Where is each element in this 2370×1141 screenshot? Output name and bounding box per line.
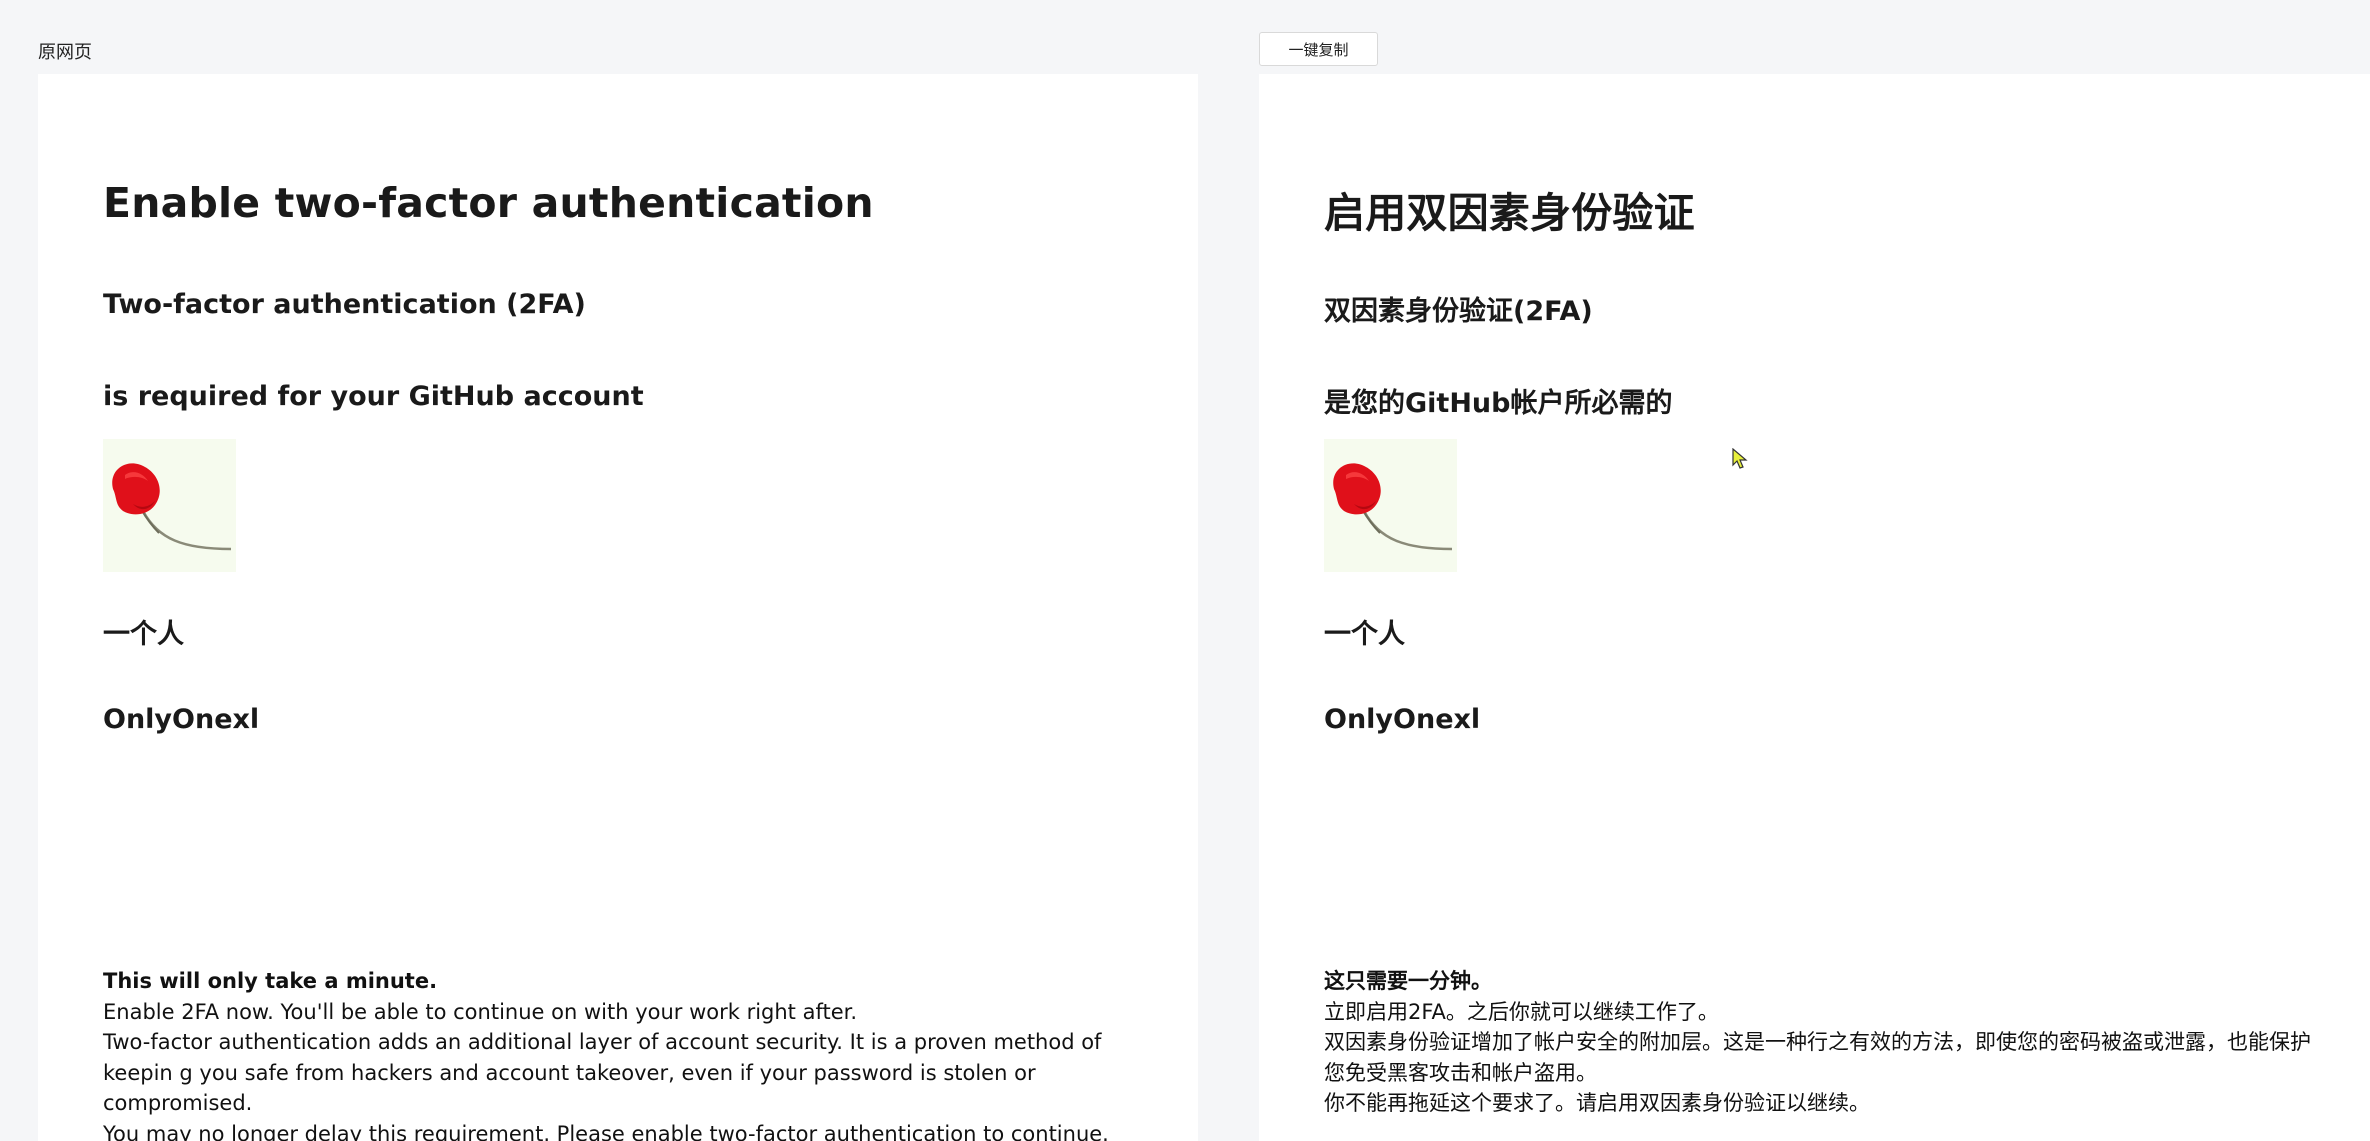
enable-2fa-text: Enable 2FA now. You'll be able to contin…: [103, 999, 858, 1024]
page-subtitle-1: Two-factor authentication (2FA): [103, 289, 586, 320]
security-explanation-translated: 双因素身份验证增加了帐户安全的附加层。这是一种行之有效的方法，即使您的密码被盗或…: [1324, 1030, 2311, 1085]
page-title: Enable two-factor authentication: [103, 179, 874, 227]
page-subtitle-1-translated: 双因素身份验证(2FA): [1324, 296, 1593, 327]
time-note-translated: 这只需要一分钟。: [1324, 969, 1492, 993]
red-flower-icon: [1333, 463, 1453, 551]
translated-page-content: 启用双因素身份验证 双因素身份验证(2FA) 是您的GitHub帐户所必需的 一…: [1324, 74, 2370, 1141]
username-translated: OnlyOnexl: [1324, 704, 1481, 735]
requirement-notice: You may no longer delay this requirement…: [103, 1121, 1109, 1141]
original-page-label: 原网页: [38, 42, 92, 62]
user-label-translated: 一个人: [1324, 619, 1405, 650]
red-flower-icon: [112, 463, 232, 551]
username: OnlyOnexl: [103, 704, 260, 735]
security-explanation: Two-factor authentication adds an additi…: [103, 1030, 1102, 1115]
translated-page-panel: 启用双因素身份验证 双因素身份验证(2FA) 是您的GitHub帐户所必需的 一…: [1259, 74, 2370, 1141]
page-subtitle-2: is required for your GitHub account: [103, 381, 644, 412]
avatar: [103, 439, 236, 572]
avatar-translated: [1324, 439, 1457, 572]
time-note: This will only take a minute.: [103, 969, 438, 993]
user-label: 一个人: [103, 619, 184, 650]
mouse-pointer-icon: [1732, 448, 1748, 469]
copy-all-button[interactable]: 一键复制: [1259, 32, 1378, 66]
original-page-content: Enable two-factor authentication Two-fac…: [103, 74, 1198, 1141]
page-subtitle-2-translated: 是您的GitHub帐户所必需的: [1324, 388, 1673, 419]
requirement-notice-translated: 你不能再拖延这个要求了。请启用双因素身份验证以继续。: [1324, 1091, 1870, 1115]
original-page-panel: Enable two-factor authentication Two-fac…: [38, 74, 1198, 1141]
description-block: This will only take a minute. Enable 2FA…: [103, 966, 1148, 1141]
enable-2fa-text-translated: 立即启用2FA。之后你就可以继续工作了。: [1324, 999, 1719, 1024]
description-block-translated: 这只需要一分钟。 立即启用2FA。之后你就可以继续工作了。 双因素身份验证增加了…: [1324, 966, 2320, 1119]
page-title-translated: 启用双因素身份验证: [1324, 189, 1695, 237]
